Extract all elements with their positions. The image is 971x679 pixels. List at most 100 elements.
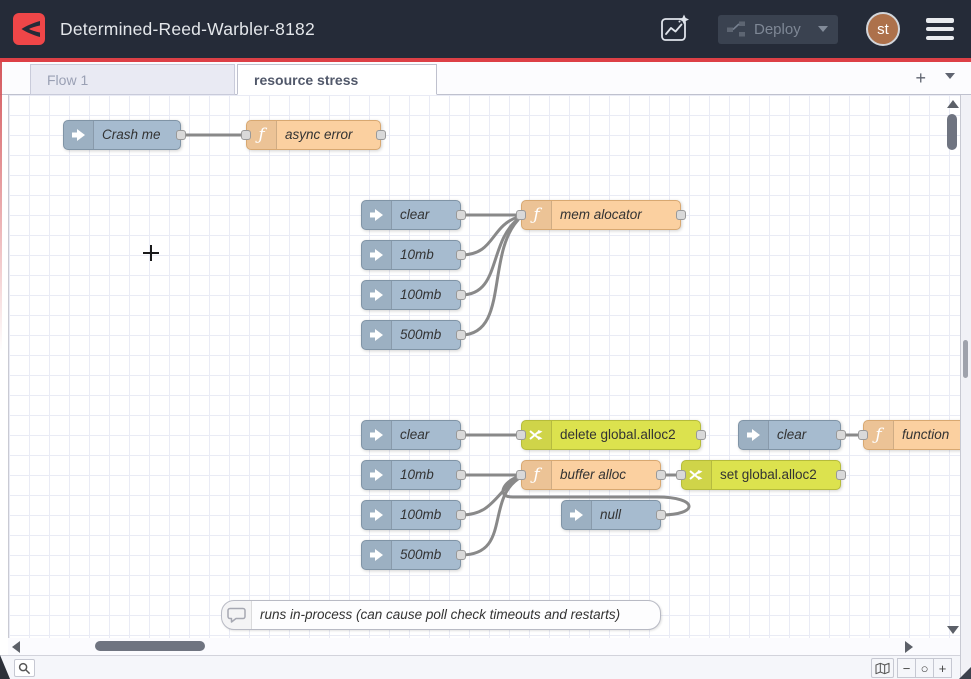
output-port[interactable] bbox=[456, 470, 466, 480]
node-inject[interactable]: null bbox=[561, 500, 661, 530]
node-label: Crash me bbox=[102, 121, 161, 149]
node-function[interactable]: ƒbuffer alloc bbox=[521, 460, 661, 490]
inject-icon bbox=[362, 321, 392, 349]
vertical-scrollbar[interactable] bbox=[945, 98, 959, 635]
node-inject[interactable]: 100mb bbox=[361, 280, 461, 310]
node-label: clear bbox=[777, 421, 806, 449]
output-port[interactable] bbox=[456, 430, 466, 440]
input-port[interactable] bbox=[858, 430, 868, 440]
node-change[interactable]: delete global.alloc2 bbox=[521, 420, 701, 450]
input-port[interactable] bbox=[676, 470, 686, 480]
output-port[interactable] bbox=[456, 250, 466, 260]
zoom-reset-button[interactable]: ○ bbox=[915, 658, 934, 678]
node-label: 100mb bbox=[400, 281, 441, 309]
flowfuse-logo-icon bbox=[13, 13, 45, 45]
zoom-in-button[interactable]: + bbox=[933, 658, 952, 678]
menu-bar-icon bbox=[926, 36, 954, 41]
node-function[interactable]: ƒmem alocator bbox=[521, 200, 681, 230]
output-port[interactable] bbox=[836, 470, 846, 480]
deploy-button[interactable]: Deploy bbox=[718, 15, 838, 44]
node-label: null bbox=[600, 501, 621, 529]
inject-icon bbox=[362, 461, 392, 489]
page-scroll-thumb[interactable] bbox=[963, 340, 968, 378]
node-label: clear bbox=[400, 421, 429, 449]
ai-assistant-icon[interactable] bbox=[658, 12, 692, 46]
node-function[interactable]: ƒasync error bbox=[246, 120, 381, 150]
function-icon: ƒ bbox=[522, 461, 552, 489]
navigator-button[interactable] bbox=[871, 658, 894, 678]
left-accent-edge bbox=[0, 62, 2, 352]
node-inject[interactable]: clear bbox=[361, 420, 461, 450]
node-inject[interactable]: Crash me bbox=[63, 120, 181, 150]
node-inject[interactable]: clear bbox=[738, 420, 841, 450]
output-port[interactable] bbox=[456, 330, 466, 340]
node-inject[interactable]: 10mb bbox=[361, 460, 461, 490]
workspace-footer: − ○ + bbox=[0, 655, 960, 679]
node-function[interactable]: ƒfunction bbox=[863, 420, 960, 450]
input-port[interactable] bbox=[241, 130, 251, 140]
output-port[interactable] bbox=[656, 470, 666, 480]
function-icon: ƒ bbox=[247, 121, 277, 149]
tab-label: resource stress bbox=[254, 72, 358, 88]
search-flows-button[interactable] bbox=[14, 659, 35, 677]
window-corner bbox=[0, 655, 10, 679]
input-port[interactable] bbox=[516, 470, 526, 480]
horizontal-scrollbar[interactable] bbox=[8, 638, 960, 655]
node-inject[interactable]: 500mb bbox=[361, 540, 461, 570]
flow-tabbar: Flow 1 resource stress + bbox=[0, 62, 971, 95]
node-inject[interactable]: clear bbox=[361, 200, 461, 230]
instance-title: Determined-Reed-Warbler-8182 bbox=[60, 19, 315, 40]
change-icon bbox=[522, 421, 552, 449]
main-menu-button[interactable] bbox=[926, 18, 954, 40]
output-port[interactable] bbox=[836, 430, 846, 440]
node-label: set global.alloc2 bbox=[720, 461, 817, 489]
deploy-options-caret-icon[interactable] bbox=[818, 26, 828, 32]
output-port[interactable] bbox=[456, 510, 466, 520]
inject-icon bbox=[362, 281, 392, 309]
input-port[interactable] bbox=[516, 430, 526, 440]
inject-icon bbox=[362, 421, 392, 449]
output-port[interactable] bbox=[676, 210, 686, 220]
page-scrollbar[interactable] bbox=[960, 95, 971, 679]
node-inject[interactable]: 100mb bbox=[361, 500, 461, 530]
scroll-left-arrow-icon[interactable] bbox=[12, 641, 20, 653]
node-red-editor: Determined-Reed-Warbler-8182 Deploy st bbox=[0, 0, 971, 679]
resize-grip-icon[interactable] bbox=[959, 667, 971, 679]
horizontal-scroll-thumb[interactable] bbox=[95, 641, 205, 651]
tab-resource-stress[interactable]: resource stress bbox=[237, 64, 437, 95]
input-port[interactable] bbox=[516, 210, 526, 220]
user-avatar[interactable]: st bbox=[866, 12, 900, 46]
output-port[interactable] bbox=[456, 290, 466, 300]
node-label: 500mb bbox=[400, 541, 441, 569]
scroll-right-arrow-icon[interactable] bbox=[905, 641, 913, 653]
node-inject[interactable]: 10mb bbox=[361, 240, 461, 270]
deploy-flow-icon bbox=[726, 19, 746, 39]
inject-icon bbox=[562, 501, 592, 529]
output-port[interactable] bbox=[456, 550, 466, 560]
scroll-up-arrow-icon[interactable] bbox=[947, 100, 959, 108]
node-label: function bbox=[902, 421, 949, 449]
node-inject[interactable]: 500mb bbox=[361, 320, 461, 350]
tab-list-caret-icon[interactable] bbox=[945, 73, 955, 79]
flow-canvas[interactable]: Crash me ƒasync error clear 10mb 100mb 500mb ƒ… bbox=[8, 95, 960, 638]
add-flow-button[interactable]: + bbox=[915, 68, 926, 89]
tab-flow-1[interactable]: Flow 1 bbox=[30, 64, 235, 95]
vertical-scroll-thumb[interactable] bbox=[947, 114, 957, 150]
node-change[interactable]: set global.alloc2 bbox=[681, 460, 841, 490]
scroll-down-arrow-icon[interactable] bbox=[947, 626, 959, 634]
zoom-out-button[interactable]: − bbox=[897, 658, 916, 678]
output-port[interactable] bbox=[176, 130, 186, 140]
output-port[interactable] bbox=[656, 510, 666, 520]
search-icon bbox=[18, 662, 31, 675]
inject-icon bbox=[362, 201, 392, 229]
wires-layer bbox=[9, 95, 960, 638]
inject-icon bbox=[64, 121, 94, 149]
output-port[interactable] bbox=[376, 130, 386, 140]
node-label: 100mb bbox=[400, 501, 441, 529]
deploy-label: Deploy bbox=[754, 21, 818, 38]
output-port[interactable] bbox=[456, 210, 466, 220]
output-port[interactable] bbox=[696, 430, 706, 440]
wire[interactable] bbox=[461, 479, 518, 555]
node-comment[interactable]: runs in-process (can cause poll check ti… bbox=[221, 600, 661, 630]
header: Determined-Reed-Warbler-8182 Deploy st bbox=[0, 0, 971, 58]
